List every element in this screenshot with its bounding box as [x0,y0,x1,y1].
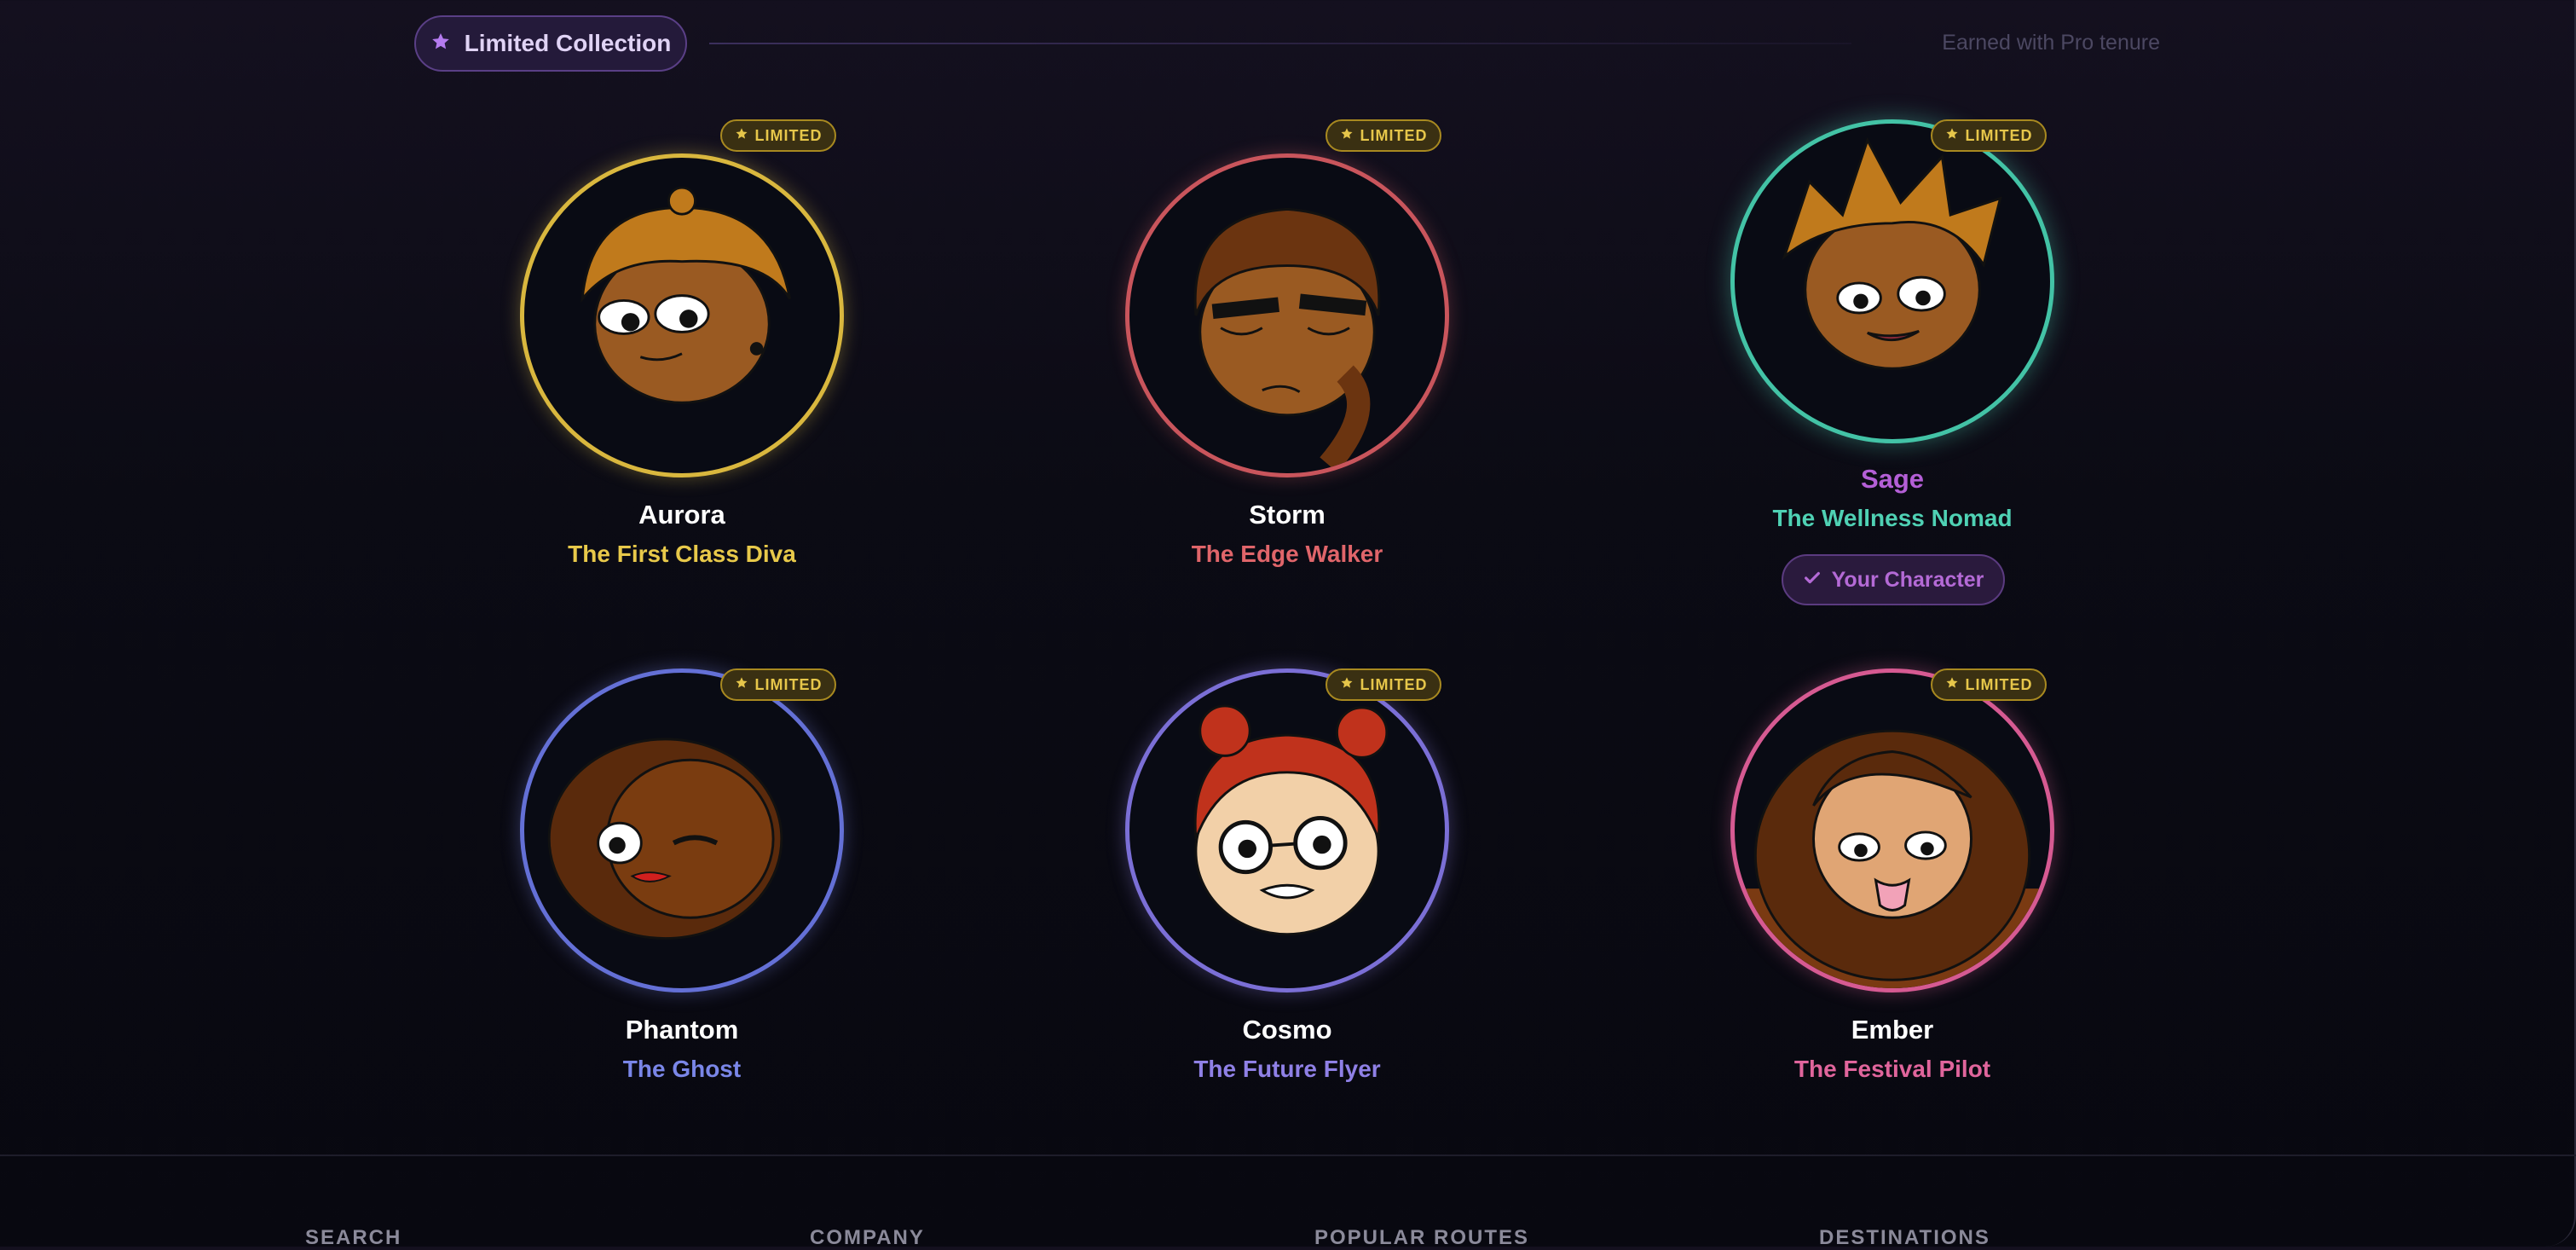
section-title: Limited Collection [464,30,672,56]
limited-badge-label: LIMITED [1965,675,2033,693]
limited-badge: LIMITED [1326,119,1441,152]
limited-badge-label: LIMITED [1360,675,1428,693]
avatar-sage [1730,119,2054,443]
character-title: The Ghost [622,1056,742,1082]
limited-badge: LIMITED [720,668,836,701]
limited-badge-label: LIMITED [754,675,823,693]
star-icon [1945,127,1959,145]
character-title: The Festival Pilot [1793,1056,1991,1082]
section-note: Earned with Pro tenure [1942,31,2160,55]
limited-badge: LIMITED [720,119,836,152]
star-icon [430,32,451,56]
character-title: The First Class Diva [568,541,796,567]
star-icon [1340,127,1354,145]
character-title: The Wellness Nomad [1772,505,2013,531]
avatar-aurora [520,153,844,477]
footer-divider [0,1155,2576,1156]
character-name: Phantom [625,1015,739,1045]
star-icon [735,127,748,145]
limited-collection-tag: Limited Collection [414,15,687,72]
limited-badge-label: LIMITED [754,126,823,144]
character-card-sage[interactable]: LIMITED Sage The Wellness Nomad Your Cha… [1594,119,2191,605]
character-name: Cosmo [1242,1015,1332,1045]
character-card-storm[interactable]: LIMITED Storm The Edge Walker [989,119,1585,597]
star-icon [1340,676,1354,694]
your-character-label: Your Character [1831,567,1984,592]
character-title: The Edge Walker [1191,541,1383,567]
avatar-storm [1125,153,1449,477]
limited-badge: LIMITED [1931,668,2047,701]
character-name: Aurora [638,500,725,530]
character-card-cosmo[interactable]: LIMITED Cosmo The Future Flyer [989,668,1585,1146]
star-icon [1945,676,1959,694]
character-name: Storm [1249,500,1326,530]
avatar-ember [1730,668,2054,992]
character-name: Sage [1860,464,1925,494]
character-title: The Future Flyer [1193,1056,1381,1082]
check-icon [1803,569,1822,592]
character-card-aurora[interactable]: LIMITED Aurora The First Class Diva [384,119,980,597]
limited-badge: LIMITED [1326,668,1441,701]
avatar-phantom [520,668,844,992]
limited-badge-label: LIMITED [1965,126,2033,144]
header-divider [709,43,1851,44]
character-card-phantom[interactable]: LIMITED Phantom The Ghost [384,668,980,1146]
limited-badge: LIMITED [1931,119,2047,152]
limited-badge-label: LIMITED [1360,126,1428,144]
character-card-ember[interactable]: LIMITED Ember The Festival Pilot [1594,668,2191,1146]
star-icon [735,676,748,694]
character-name: Ember [1851,1015,1934,1045]
your-character-badge: Your Character [1782,554,2005,605]
avatar-cosmo [1125,668,1449,992]
